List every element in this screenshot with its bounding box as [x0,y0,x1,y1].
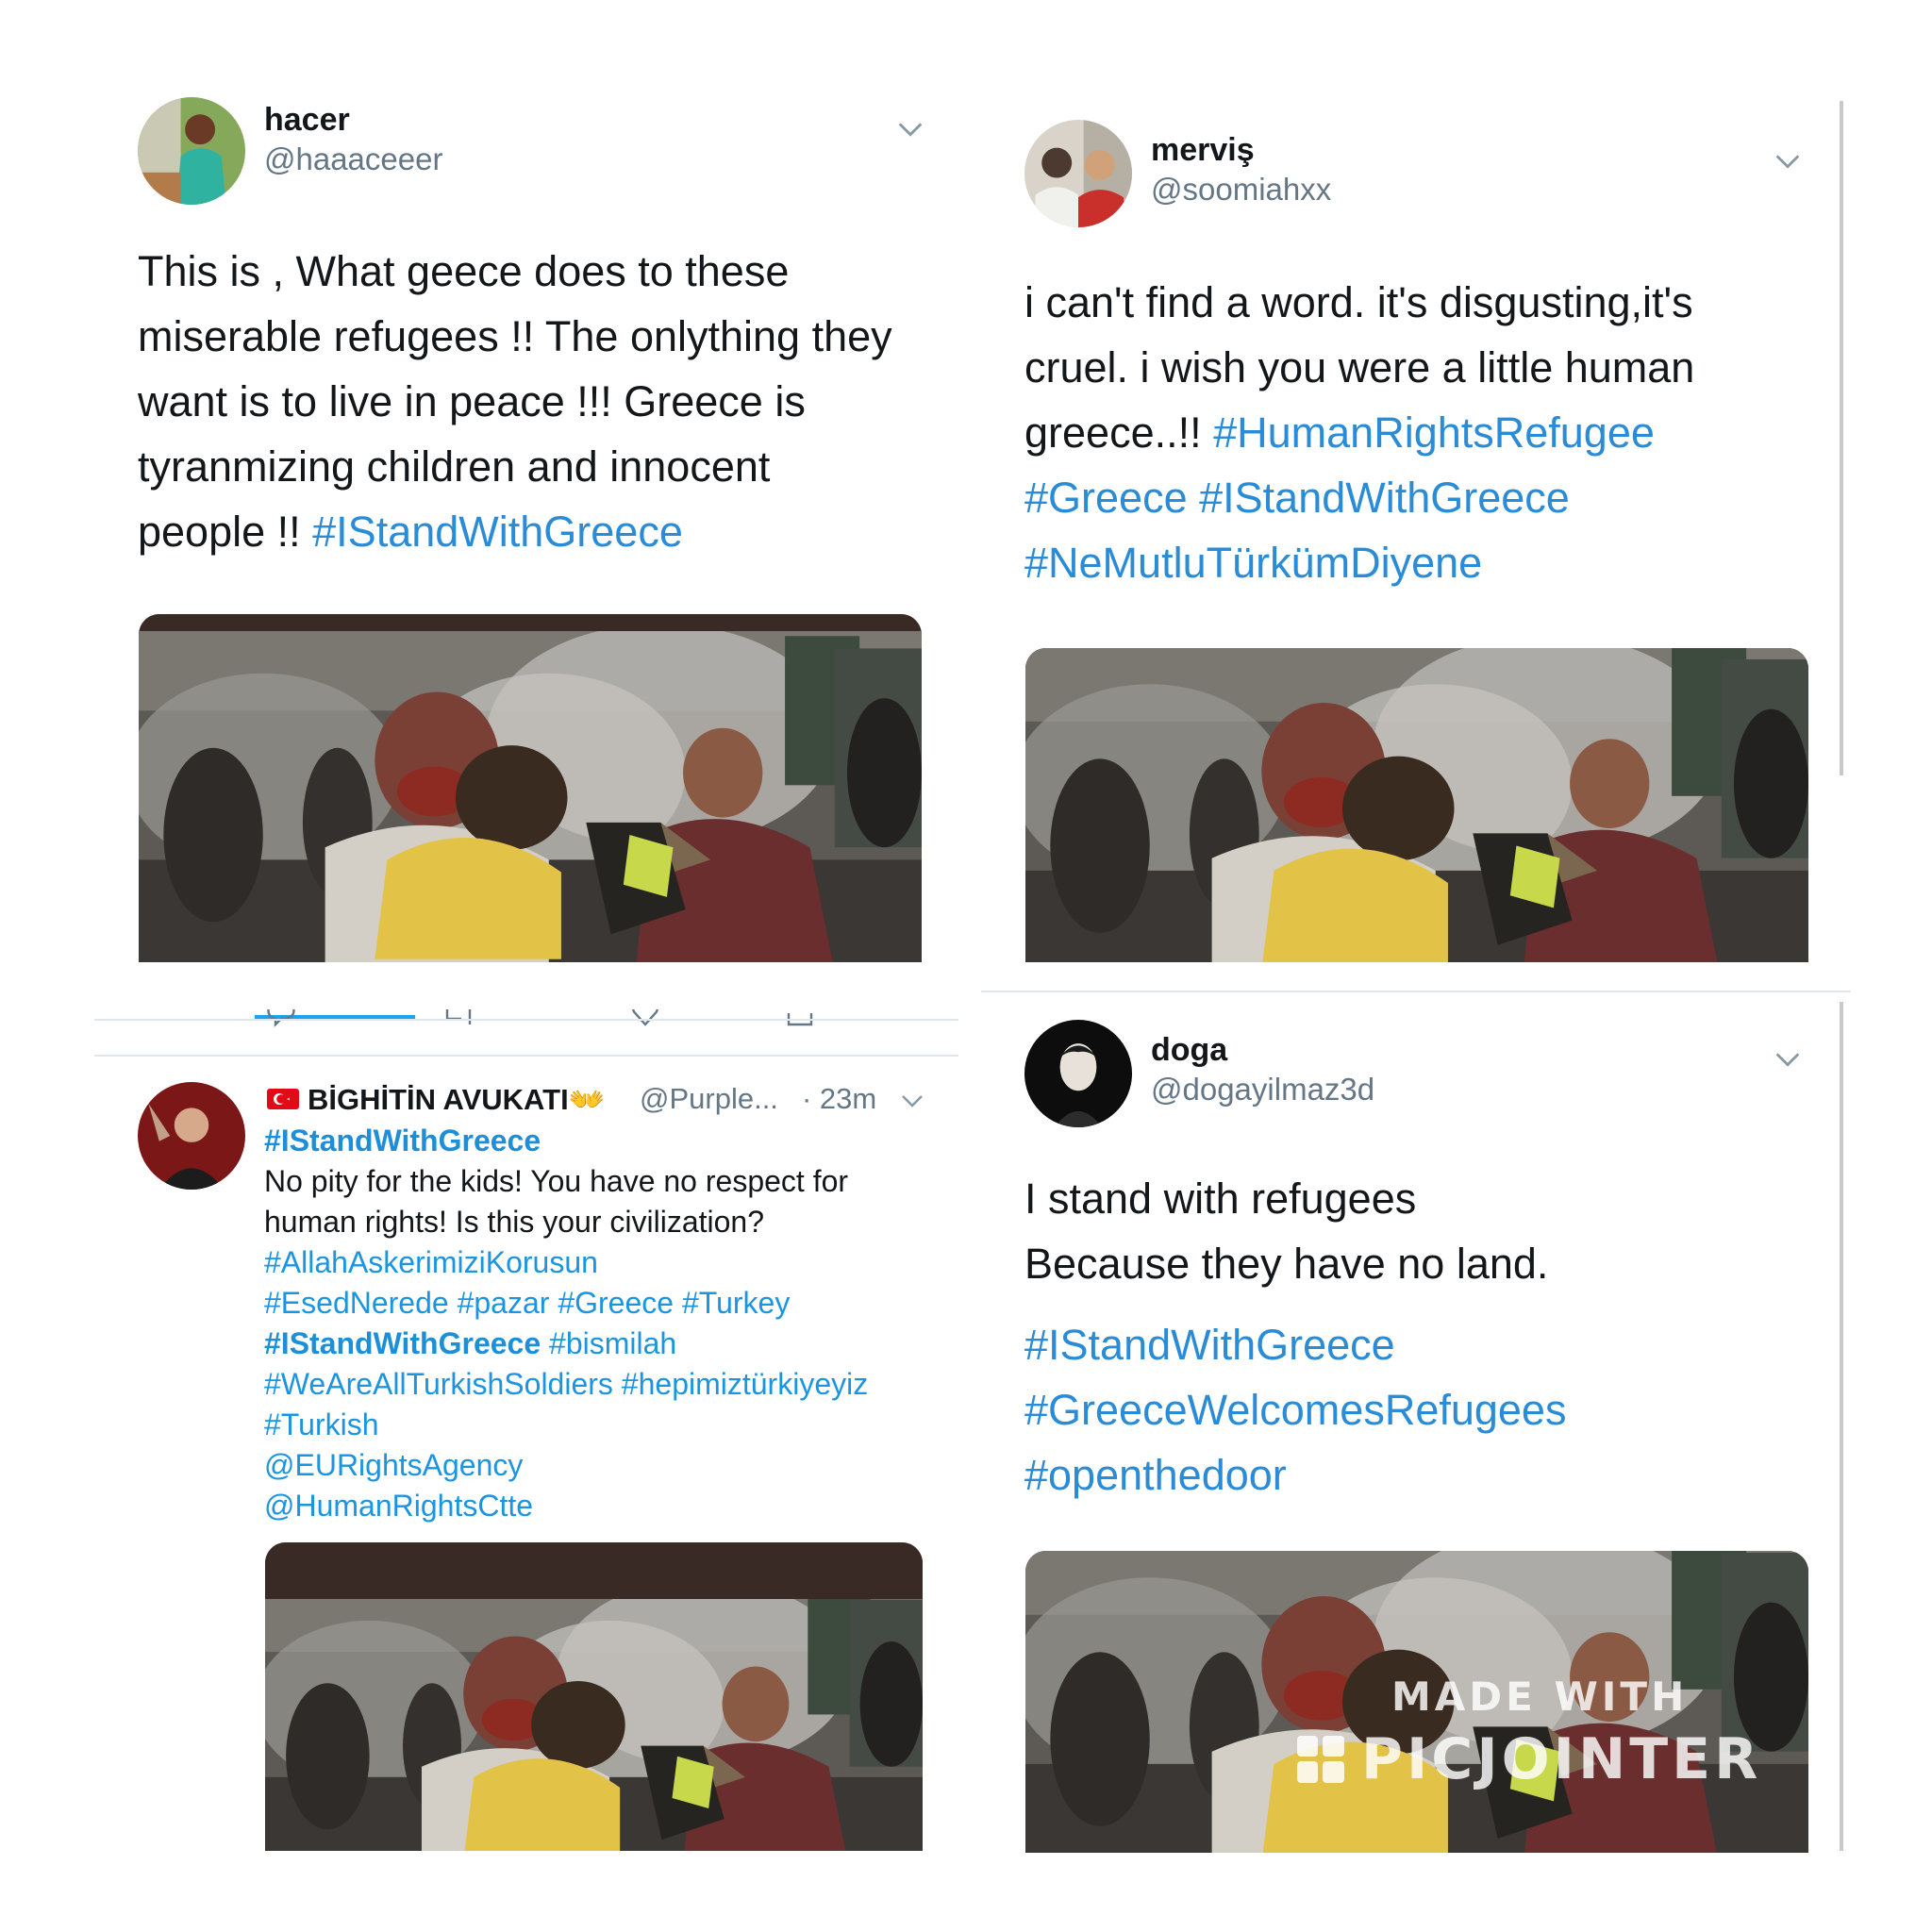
hashtag-link[interactable]: #IStandWithGreece [264,1326,541,1360]
hashtag-link[interactable]: #pazar [458,1286,550,1320]
tweet-photo[interactable] [1025,648,1808,962]
watermark-line1: MADE WITH [1391,1674,1689,1720]
tweet-time[interactable]: · 23m [802,1082,876,1116]
user-handle[interactable]: @soomiahxx [1151,172,1331,208]
tweet-doga: doga @dogayilmaz3d I stand with refugees… [981,1006,1836,1855]
tweet-mervis: merviş @soomiahxx i can't find a word. i… [981,104,1836,962]
refugee-photo [265,1599,923,1851]
hashtag-link[interactable]: #WeAreAllTurkishSoldiers [264,1367,613,1401]
avatar[interactable] [1024,1020,1132,1127]
divider [94,1019,958,1021]
hashtag-link[interactable]: #GreeceWelcomesRefugees [1024,1386,1566,1434]
watermark-line2: PICJOINTER [1361,1726,1762,1792]
hashtag-link[interactable]: #HumanRightsRefugee [1213,408,1655,457]
scrollbar[interactable] [1840,1002,1843,1851]
photo-top-bar [139,614,922,631]
user-handle[interactable]: @haaaceeer [264,142,442,177]
picjointer-logo-icon [1297,1736,1344,1783]
user-name[interactable]: merviş [1151,132,1255,169]
mention-link[interactable]: @EURightsAgency [264,1448,523,1482]
hashtag-link[interactable]: #EsedNerede [264,1286,449,1320]
tweet-avukati: BİGHİTİN AVUKATI👐 @Purple... · 23m #ISta… [94,1058,972,1851]
hashtag-link[interactable]: #bismilah [549,1326,676,1360]
user-handle[interactable]: @dogayilmaz3d [1151,1072,1374,1108]
hashtag-link[interactable]: #AllahAskerimiziKorusun [264,1245,598,1279]
hashtag-link[interactable]: #Turkish [264,1407,379,1441]
chevron-down-icon[interactable] [894,113,926,145]
turkey-flag-icon [267,1089,299,1109]
photo-top-bar [265,1542,923,1599]
tweet-photo[interactable] [265,1542,923,1851]
scrollbar[interactable] [1840,101,1843,775]
avatar[interactable] [138,1082,245,1190]
hashtag-link[interactable]: #IStandWithGreece [264,1124,541,1158]
avatar[interactable] [1024,120,1132,227]
hashtag-link[interactable]: #Greece [1024,474,1188,522]
avatar[interactable] [138,97,245,205]
hashtag-link[interactable]: #Greece [558,1286,674,1320]
chevron-down-icon[interactable] [1772,145,1804,177]
user-name[interactable]: BİGHİTİN AVUKATI👐 [308,1082,605,1117]
user-name[interactable]: hacer [264,102,350,139]
hashtag-link[interactable]: #IStandWithGreece [1024,1321,1395,1369]
refugee-photo [139,631,922,962]
tweet-text: This is , What geece does to these miser… [138,247,892,556]
refugee-photo [1025,648,1808,962]
tweet-photo[interactable] [139,614,922,962]
tweet-text: #IStandWithGreece No pity for the kids! … [264,1124,869,1523]
hashtag-link[interactable]: #hepimiztürkiyeyiz [622,1367,868,1401]
chevron-down-icon[interactable] [898,1087,926,1115]
user-name[interactable]: doga [1151,1032,1227,1069]
tweet-text: I stand with refugees Because they have … [1024,1174,1549,1288]
hashtag-link[interactable]: #IStandWithGreece [312,508,683,556]
hashtag-link[interactable]: #Turkey [682,1286,790,1320]
mention-link[interactable]: @HumanRightsCtte [264,1489,533,1523]
divider [94,1055,958,1057]
hands-emoji: 👐 [568,1083,606,1116]
hashtag-link[interactable]: #IStandWithGreece [1199,474,1570,522]
action-bar [94,1009,958,1045]
tweet-photo[interactable]: MADE WITH PICJOINTER [1025,1551,1808,1853]
divider [981,991,1851,992]
user-handle[interactable]: @Purple... [640,1082,778,1116]
tweet-text: i can't find a word. it's disgusting,it'… [1024,278,1695,587]
hashtag-link[interactable]: #NeMutluTürkümDiyene [1024,539,1482,587]
chevron-down-icon[interactable] [1772,1043,1804,1075]
hashtag-link[interactable]: #openthedoor [1024,1451,1287,1499]
tweet-hashtags: #IStandWithGreece #GreeceWelcomesRefugee… [1024,1312,1826,1507]
tweet-hacer: hacer @haaaceeer This is , What geece do… [94,75,972,962]
